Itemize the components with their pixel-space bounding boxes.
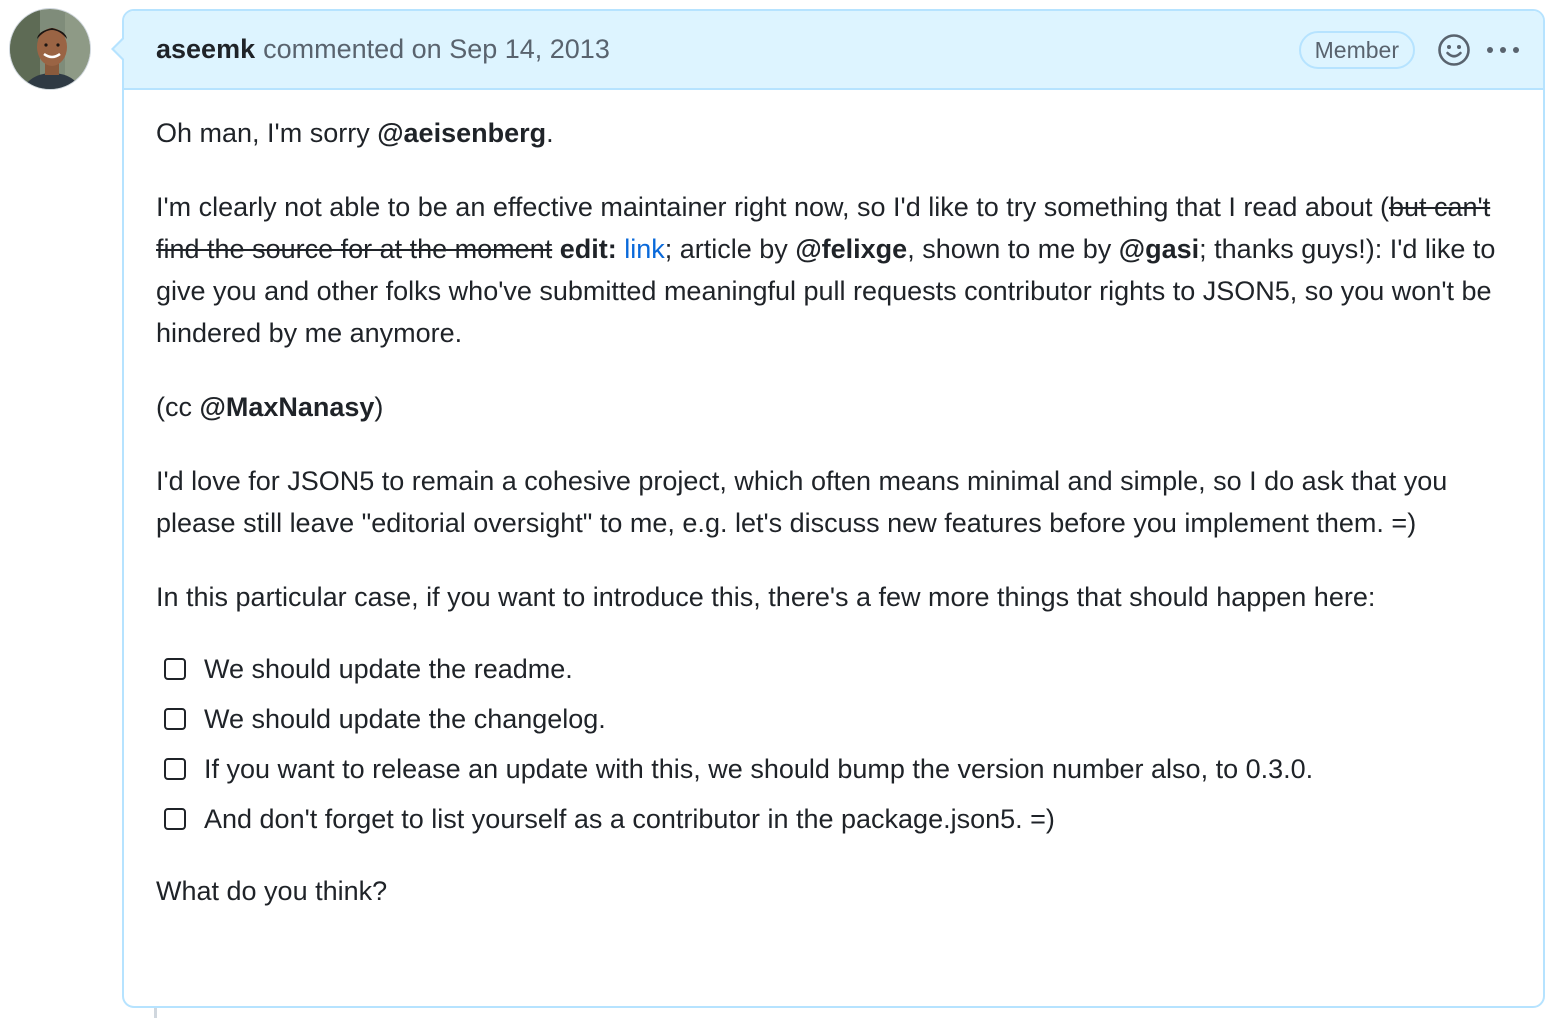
comment-body: Oh man, I'm sorry @aeisenberg. I'm clear… xyxy=(124,90,1543,912)
task-checkbox[interactable] xyxy=(164,808,186,830)
task-label: We should update the changelog. xyxy=(204,704,606,734)
task-checkbox[interactable] xyxy=(164,758,186,780)
text: (cc xyxy=(156,392,200,422)
text: Oh man, I'm sorry xyxy=(156,118,378,148)
paragraph-case: In this particular case, if you want to … xyxy=(156,582,1376,612)
comment-header: aseemk commented on Sep 14, 2013 Member xyxy=(124,11,1543,90)
paragraph-greeting: Oh man, I'm sorry @aeisenberg. xyxy=(156,112,1511,154)
kebab-horizontal-icon[interactable] xyxy=(1485,44,1521,56)
text: ; article by xyxy=(664,234,796,264)
author-link[interactable]: aseemk xyxy=(156,34,255,65)
task-label: We should update the readme. xyxy=(204,654,573,684)
text: I'm clearly not able to be an effective … xyxy=(156,192,1389,222)
text: , shown to me by xyxy=(907,234,1119,264)
task-checkbox[interactable] xyxy=(164,708,186,730)
edit-label: edit: xyxy=(559,234,617,264)
source-link[interactable]: link xyxy=(624,234,665,264)
text: ) xyxy=(374,392,384,422)
paragraph-maintainer: I'm clearly not able to be an effective … xyxy=(156,186,1511,354)
task-item: We should update the changelog. xyxy=(164,694,1511,744)
task-item: We should update the readme. xyxy=(164,644,1511,694)
task-checkbox[interactable] xyxy=(164,658,186,680)
avatar[interactable] xyxy=(9,8,91,90)
mention-gasi[interactable]: @gasi xyxy=(1119,234,1199,264)
task-list: We should update the readme. We should u… xyxy=(156,644,1511,844)
role-badge: Member xyxy=(1298,30,1415,69)
smiley-icon[interactable] xyxy=(1437,33,1471,67)
mention-aeisenberg[interactable]: @aeisenberg xyxy=(377,118,546,148)
paragraph-question: What do you think? xyxy=(156,876,388,906)
comment-box: aseemk commented on Sep 14, 2013 Member xyxy=(111,9,1545,1008)
text: . xyxy=(546,118,554,148)
task-item: If you want to release an update with th… xyxy=(164,744,1511,794)
paragraph-oversight: I'd love for JSON5 to remain a cohesive … xyxy=(156,466,1448,538)
task-item: And don't forget to list yourself as a c… xyxy=(164,794,1511,844)
task-label: If you want to release an update with th… xyxy=(204,754,1314,784)
mention-felixge[interactable]: @felixge xyxy=(795,234,907,264)
paragraph-cc: (cc @MaxNanasy) xyxy=(156,386,1511,428)
task-label: And don't forget to list yourself as a c… xyxy=(204,804,1055,834)
mention-maxnanasy[interactable]: @MaxNanasy xyxy=(200,392,375,422)
comment-timestamp[interactable]: commented on Sep 14, 2013 xyxy=(263,34,610,65)
header-actions: Member xyxy=(1298,11,1521,88)
